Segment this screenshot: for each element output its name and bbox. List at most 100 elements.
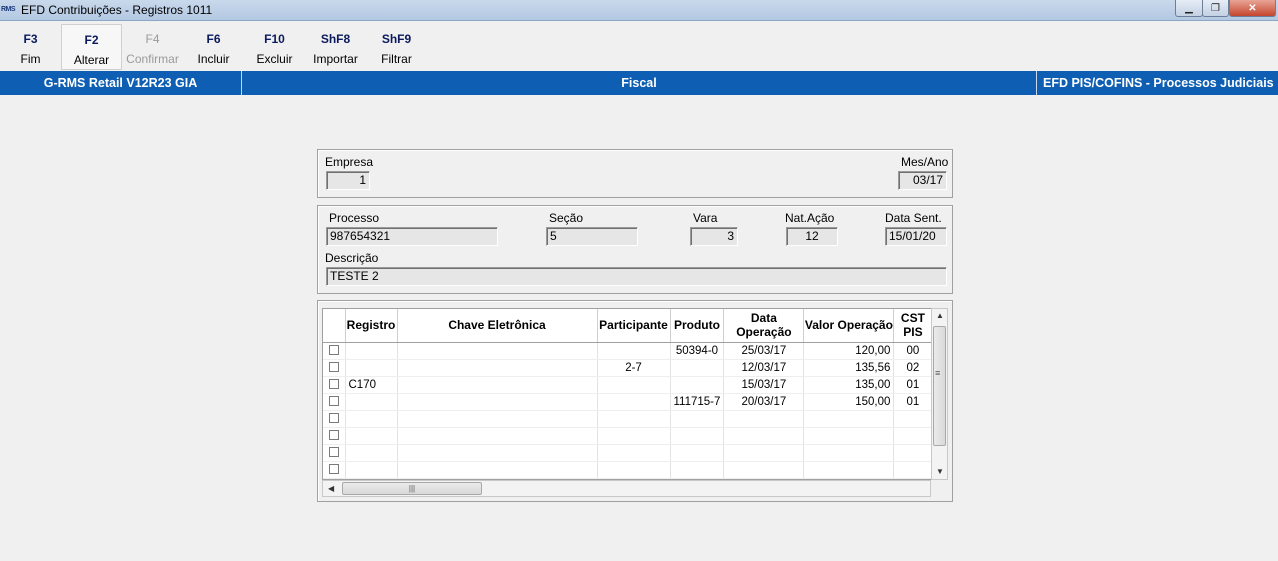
row-checkbox[interactable] [328, 345, 339, 356]
maximize-button[interactable]: ❐ [1202, 0, 1229, 17]
cell-valor[interactable]: 135,56 [803, 359, 895, 377]
vertical-scrollbar[interactable]: ▲ ≡ ▼ [931, 308, 948, 480]
column-header-registro[interactable]: Registro [345, 309, 398, 343]
row-checkbox[interactable] [328, 447, 339, 458]
row-checkbox[interactable] [328, 379, 339, 390]
cell-registro[interactable] [345, 461, 398, 479]
cell-registro[interactable] [345, 359, 398, 377]
confirmar-button[interactable]: F4 Confirmar [122, 24, 183, 70]
cell-data[interactable]: 12/03/17 [723, 359, 805, 377]
cell-chave[interactable] [397, 444, 598, 462]
cell-chave[interactable] [397, 393, 598, 411]
cell-valor[interactable] [803, 427, 895, 445]
cell-participante[interactable] [597, 376, 671, 394]
cell-participante[interactable]: 2-7 [597, 359, 671, 377]
table-row[interactable]: C170 15/03/17 135,00 01 [323, 376, 933, 394]
cell-valor[interactable] [803, 444, 895, 462]
cell-registro[interactable] [345, 410, 398, 428]
mesano-field[interactable]: 03/17 [898, 171, 947, 190]
cell-produto[interactable]: 50394-0 [670, 342, 725, 360]
table-row[interactable]: 50394-0 25/03/17 120,00 00 [323, 342, 933, 360]
table-row[interactable] [323, 444, 933, 462]
cell-valor[interactable]: 135,00 [803, 376, 895, 394]
column-header-data[interactable]: Data Operação [723, 309, 805, 343]
cell-data[interactable]: 15/03/17 [723, 376, 805, 394]
cell-participante[interactable] [597, 427, 671, 445]
vertical-scroll-thumb[interactable] [933, 326, 946, 446]
cell-valor[interactable]: 120,00 [803, 342, 895, 360]
excluir-button[interactable]: F10 Excluir [244, 24, 305, 70]
horizontal-scrollbar[interactable]: ◀ ||| [322, 480, 931, 497]
table-row[interactable] [323, 461, 933, 479]
cell-produto[interactable] [670, 359, 725, 377]
cell-registro[interactable]: C170 [345, 376, 398, 394]
cell-cst[interactable] [893, 461, 933, 479]
fim-button[interactable]: F3 Fim [0, 24, 61, 70]
row-checkbox[interactable] [328, 430, 339, 441]
column-header-produto[interactable]: Produto [670, 309, 725, 343]
secao-field[interactable]: 5 [546, 227, 638, 246]
descricao-field[interactable]: TESTE 2 [326, 267, 947, 286]
table-row[interactable] [323, 410, 933, 428]
cell-cst[interactable] [893, 410, 933, 428]
cell-participante[interactable] [597, 342, 671, 360]
cell-data[interactable] [723, 427, 805, 445]
cell-produto[interactable] [670, 444, 725, 462]
cell-cst[interactable] [893, 427, 933, 445]
cell-valor[interactable]: 150,00 [803, 393, 895, 411]
table-row[interactable]: 2-7 12/03/17 135,56 02 [323, 359, 933, 377]
scroll-up-icon[interactable]: ▲ [936, 311, 944, 320]
incluir-button[interactable]: F6 Incluir [183, 24, 244, 70]
row-checkbox[interactable] [328, 464, 339, 475]
cell-data[interactable]: 25/03/17 [723, 342, 805, 360]
datasent-field[interactable]: 15/01/20 [885, 227, 947, 246]
importar-button[interactable]: ShF8 Importar [305, 24, 366, 70]
cell-chave[interactable] [397, 410, 598, 428]
records-grid[interactable]: Registro Chave Eletrônica Participante P… [322, 308, 934, 480]
cell-cst[interactable] [893, 444, 933, 462]
filtrar-button[interactable]: ShF9 Filtrar [366, 24, 427, 70]
cell-participante[interactable] [597, 393, 671, 411]
scroll-down-icon[interactable]: ▼ [936, 467, 944, 476]
cell-participante[interactable] [597, 444, 671, 462]
cell-participante[interactable] [597, 410, 671, 428]
cell-chave[interactable] [397, 461, 598, 479]
column-header-participante[interactable]: Participante [597, 309, 671, 343]
close-button[interactable]: ✕ [1229, 0, 1276, 17]
cell-produto[interactable] [670, 376, 725, 394]
cell-registro[interactable] [345, 427, 398, 445]
processo-field[interactable]: 987654321 [326, 227, 498, 246]
cell-registro[interactable] [345, 342, 398, 360]
table-row[interactable] [323, 427, 933, 445]
cell-valor[interactable] [803, 461, 895, 479]
cell-produto[interactable]: 111715-7 [670, 393, 725, 411]
alterar-button[interactable]: F2 Alterar [61, 24, 122, 70]
natacao-field[interactable]: 12 [786, 227, 838, 246]
empresa-field[interactable]: 1 [326, 171, 370, 190]
cell-data[interactable] [723, 410, 805, 428]
cell-valor[interactable] [803, 410, 895, 428]
cell-data[interactable]: 20/03/17 [723, 393, 805, 411]
cell-chave[interactable] [397, 342, 598, 360]
cell-chave[interactable] [397, 427, 598, 445]
minimize-button[interactable]: ▁ [1175, 0, 1203, 17]
cell-chave[interactable] [397, 376, 598, 394]
vara-field[interactable]: 3 [690, 227, 738, 246]
row-checkbox[interactable] [328, 396, 339, 407]
cell-registro[interactable] [345, 393, 398, 411]
row-checkbox[interactable] [328, 362, 339, 373]
cell-cst[interactable]: 01 [893, 376, 933, 394]
cell-participante[interactable] [597, 461, 671, 479]
cell-data[interactable] [723, 444, 805, 462]
cell-registro[interactable] [345, 444, 398, 462]
cell-cst[interactable]: 00 [893, 342, 933, 360]
cell-produto[interactable] [670, 410, 725, 428]
cell-cst[interactable]: 02 [893, 359, 933, 377]
cell-produto[interactable] [670, 427, 725, 445]
cell-cst[interactable]: 01 [893, 393, 933, 411]
column-header-chave[interactable]: Chave Eletrônica [397, 309, 598, 343]
cell-produto[interactable] [670, 461, 725, 479]
cell-data[interactable] [723, 461, 805, 479]
row-checkbox[interactable] [328, 413, 339, 424]
table-row[interactable]: 111715-7 20/03/17 150,00 01 [323, 393, 933, 411]
